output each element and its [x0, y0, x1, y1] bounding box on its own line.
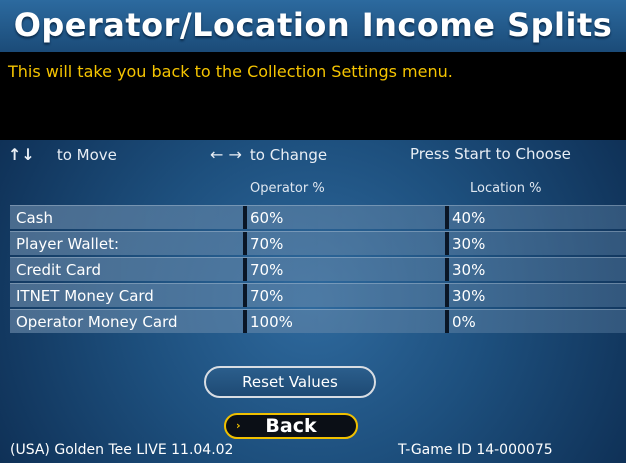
column-divider: [445, 232, 449, 255]
location-percent: 30%: [452, 287, 486, 305]
title-bar: Operator/Location Income Splits: [0, 0, 626, 52]
row-label: Player Wallet:: [16, 235, 120, 253]
column-divider: [243, 258, 247, 281]
chevron-right-icon: ›: [236, 419, 241, 432]
version-text: (USA) Golden Tee LIVE 11.04.02: [10, 442, 234, 458]
operator-percent[interactable]: 100%: [250, 313, 293, 331]
row-label: Operator Money Card: [16, 313, 178, 331]
table-row-credit-card[interactable]: Credit Card 70% 30%: [10, 257, 626, 281]
message-text: This will take you back to the Collectio…: [8, 62, 453, 81]
move-label: to Move: [56, 146, 117, 164]
reset-values-button[interactable]: Reset Values: [204, 366, 376, 398]
column-divider: [243, 310, 247, 333]
column-divider: [243, 206, 247, 229]
change-label: to Change: [249, 146, 328, 164]
location-percent: 30%: [452, 261, 486, 279]
move-hint: ↑↓ to Move: [8, 145, 117, 164]
table-row-cash[interactable]: Cash 60% 40%: [10, 205, 626, 229]
operator-percent[interactable]: 70%: [250, 261, 283, 279]
game-id-text: T-Game ID 14-000075: [398, 442, 553, 458]
table-row-player-wallet[interactable]: Player Wallet: 70% 30%: [10, 231, 626, 255]
row-label: ITNET Money Card: [16, 287, 154, 305]
change-hint: ← → to Change: [210, 145, 327, 164]
page-title: Operator/Location Income Splits: [13, 6, 613, 44]
income-splits-table: Cash 60% 40% Player Wallet: 70% 30% Cred…: [10, 205, 626, 335]
table-row-itnet-money-card[interactable]: ITNET Money Card 70% 30%: [10, 283, 626, 307]
start-hint: Press Start to Choose: [410, 145, 571, 163]
location-column-header: Location %: [470, 181, 542, 196]
row-label: Cash: [16, 209, 53, 227]
operator-percent[interactable]: 70%: [250, 235, 283, 253]
message-box: This will take you back to the Collectio…: [0, 52, 626, 140]
table-row-operator-money-card[interactable]: Operator Money Card 100% 0%: [10, 309, 626, 333]
location-percent: 30%: [452, 235, 486, 253]
operator-percent[interactable]: 70%: [250, 287, 283, 305]
column-divider: [445, 284, 449, 307]
location-percent: 0%: [452, 313, 476, 331]
column-divider: [445, 310, 449, 333]
column-divider: [243, 284, 247, 307]
column-divider: [243, 232, 247, 255]
help-row: ↑↓ to Move ← → to Change Press Start to Ch…: [0, 140, 626, 170]
row-label: Credit Card: [16, 261, 101, 279]
back-label: Back: [265, 415, 317, 437]
up-down-arrows-icon: ↑↓: [8, 145, 35, 164]
column-divider: [445, 258, 449, 281]
column-divider: [445, 206, 449, 229]
operator-column-header: Operator %: [250, 181, 325, 196]
back-button[interactable]: › Back: [224, 413, 358, 439]
location-percent: 40%: [452, 209, 486, 227]
left-right-arrows-icon: ← →: [210, 145, 242, 164]
operator-percent[interactable]: 60%: [250, 209, 283, 227]
